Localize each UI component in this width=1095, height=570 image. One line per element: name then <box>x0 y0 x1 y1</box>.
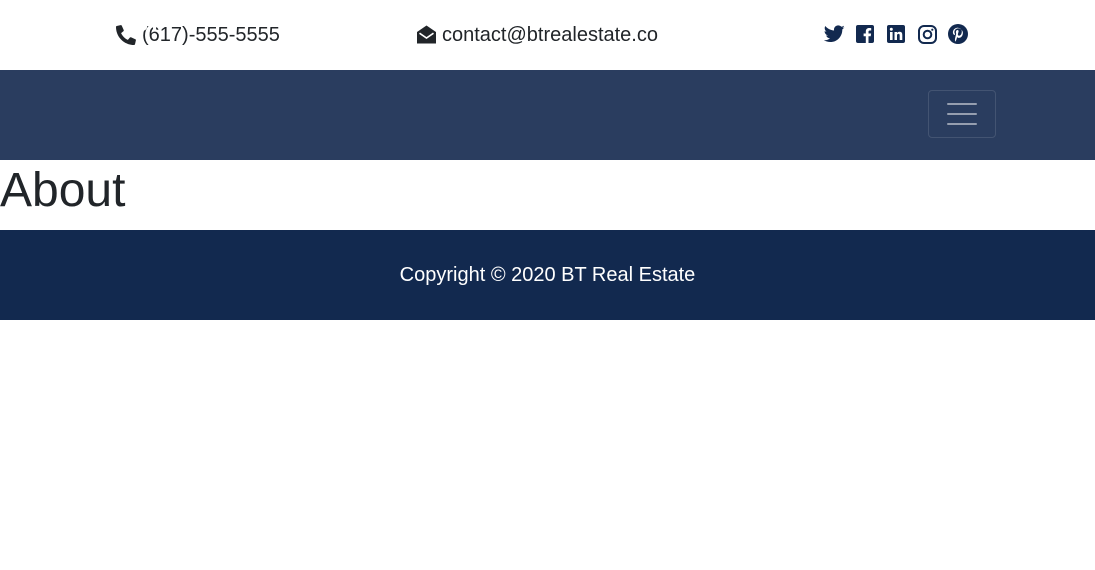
hamburger-icon-bar-top <box>947 103 977 105</box>
email-contact[interactable]: contact@btrealestate.co <box>416 23 658 47</box>
hamburger-icon-bar-bottom <box>947 123 977 125</box>
instagram-icon[interactable] <box>916 23 938 45</box>
navbar-toggle-button[interactable] <box>928 90 996 138</box>
twitter-icon[interactable] <box>823 23 845 45</box>
envelope-open-icon <box>416 25 437 45</box>
page-title: About <box>0 164 126 217</box>
hamburger-icon-bar-middle <box>947 113 977 115</box>
main-navbar: BT <box>0 0 1095 160</box>
pinterest-icon[interactable] <box>947 23 969 45</box>
site-footer: Copyright © 2020 BT Real Estate <box>0 230 1095 320</box>
bt-logo[interactable]: BT <box>102 0 194 70</box>
email-address: contact@btrealestate.co <box>442 24 658 46</box>
main-content: About <box>0 160 1095 230</box>
social-links <box>823 23 978 45</box>
copyright-text: Copyright © 2020 BT Real Estate <box>399 263 696 286</box>
linkedin-icon[interactable] <box>885 23 907 45</box>
logo-text: BT <box>133 7 161 37</box>
facebook-icon[interactable] <box>854 23 876 45</box>
